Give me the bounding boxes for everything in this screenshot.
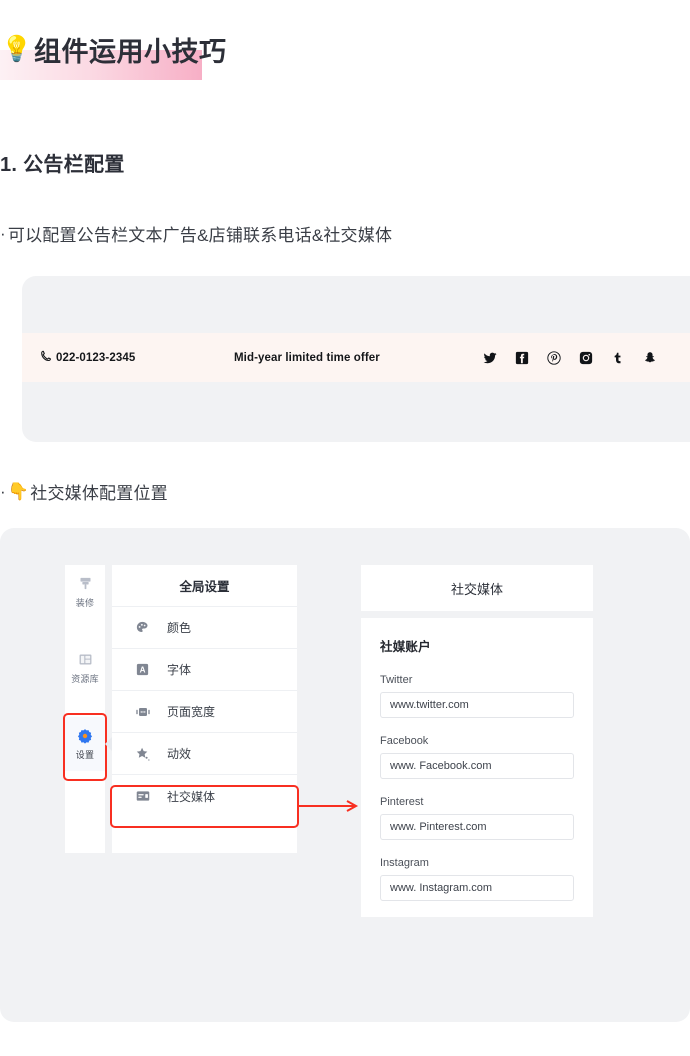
detail-panel-body: 社媒账户 Twitter www.twitter.com Facebook ww… (361, 618, 593, 917)
facebook-icon[interactable] (514, 350, 529, 365)
menu-title: 全局设置 (112, 565, 297, 607)
menu-item-font[interactable]: A 字体 (112, 649, 297, 691)
twitter-icon[interactable] (482, 350, 497, 365)
announcement-bar: 022-0123-2345 Mid-year limited time offe… (22, 333, 690, 382)
bullet-text-1: 可以配置公告栏文本广告&店铺联系电话&社交媒体 (7, 226, 393, 245)
field-facebook: Facebook www. Facebook.com (380, 735, 574, 779)
section-heading: 1. 公告栏配置 (0, 154, 125, 176)
font-icon: A (134, 661, 151, 678)
page-title: 组件运用小技巧 (34, 36, 227, 67)
detail-panel-gap (361, 611, 593, 618)
menu-label-font: 字体 (167, 663, 192, 677)
page-title-row: 💡 组件运用小技巧 (0, 18, 227, 80)
sidebar-item-settings[interactable]: 设置 (65, 717, 105, 771)
pinterest-input[interactable]: www. Pinterest.com (380, 814, 574, 840)
red-arrow-annotation (299, 800, 359, 812)
field-instagram: Instagram www. Instagram.com (380, 857, 574, 901)
rail-spacer-1 (65, 619, 105, 641)
instagram-icon[interactable] (578, 350, 593, 365)
sidebar-item-decoration[interactable]: 装修 (65, 565, 105, 619)
library-icon (77, 651, 94, 668)
field-label-pinterest: Pinterest (380, 796, 424, 808)
instagram-input[interactable]: www. Instagram.com (380, 875, 574, 901)
bullet-dot-2: · (0, 481, 6, 501)
bullet-line-2: · 👇 社交媒体配置位置 (0, 479, 168, 504)
menu-label-social-media: 社交媒体 (167, 789, 216, 804)
field-label-instagram: Instagram (380, 857, 429, 869)
phone-icon (40, 350, 52, 365)
sidebar-label-settings: 设置 (75, 750, 95, 760)
menu-item-animation[interactable]: 动效 (112, 733, 297, 775)
page-width-icon (134, 703, 151, 720)
menu-label-colors: 颜色 (167, 621, 192, 635)
global-settings-menu: 全局设置 颜色 A 字体 页面宽度 动效 社交媒体 (112, 565, 297, 853)
svg-text:A: A (140, 666, 146, 675)
announcement-message: Mid-year limited time offer (234, 351, 380, 364)
field-label-twitter: Twitter (380, 674, 413, 686)
field-twitter: Twitter www.twitter.com (380, 674, 574, 718)
detail-panel-header: 社交媒体 (361, 565, 593, 611)
menu-item-colors[interactable]: 颜色 (112, 607, 297, 649)
announcement-social-icons (482, 350, 657, 365)
rail-selection-caret (105, 737, 112, 751)
bullet-dot: · (0, 223, 6, 243)
sidebar-item-library[interactable]: 资源库 (65, 641, 105, 695)
menu-label-page-width: 页面宽度 (167, 705, 216, 719)
bullet-line-1: · 可以配置公告栏文本广告&店铺联系电话&社交媒体 (0, 221, 392, 246)
menu-item-social-media[interactable]: 社交媒体 (112, 775, 297, 817)
pinterest-icon[interactable] (546, 350, 561, 365)
facebook-input[interactable]: www. Facebook.com (380, 753, 574, 779)
social-accounts-group-title: 社媒账户 (380, 640, 431, 654)
pointing-down-icon: 👇 (7, 481, 30, 501)
social-media-detail-panel: 社交媒体 社媒账户 Twitter www.twitter.com Facebo… (361, 565, 593, 917)
sparkle-star-icon (134, 745, 151, 762)
social-card-icon (134, 788, 151, 805)
menu-label-animation: 动效 (167, 747, 192, 761)
tumblr-icon[interactable] (610, 350, 625, 365)
admin-panel-screenshot-card: 装修 资源库 设置 全局设置 颜色 A 字体 页面宽度 动效 社交媒体 社交媒体… (0, 528, 690, 1022)
announcement-phone[interactable]: 022-0123-2345 (40, 350, 135, 365)
menu-item-page-width[interactable]: 页面宽度 (112, 691, 297, 733)
palette-icon (134, 619, 151, 636)
field-pinterest: Pinterest www. Pinterest.com (380, 796, 574, 840)
field-label-facebook: Facebook (380, 735, 429, 747)
sidebar-label-decoration: 装修 (75, 598, 95, 608)
brush-icon (77, 575, 94, 592)
admin-left-rail: 装修 资源库 设置 (65, 565, 105, 853)
rail-spacer-2 (65, 695, 105, 717)
bullet-text-2: 社交媒体配置位置 (30, 484, 168, 503)
twitter-input[interactable]: www.twitter.com (380, 692, 574, 718)
announcement-preview-card: 022-0123-2345 Mid-year limited time offe… (22, 276, 690, 442)
lightbulb-icon: 💡 (1, 34, 33, 63)
phone-number: 022-0123-2345 (56, 351, 136, 364)
snapchat-icon[interactable] (642, 350, 657, 365)
gear-icon (77, 727, 94, 744)
sidebar-label-library: 资源库 (71, 674, 99, 684)
